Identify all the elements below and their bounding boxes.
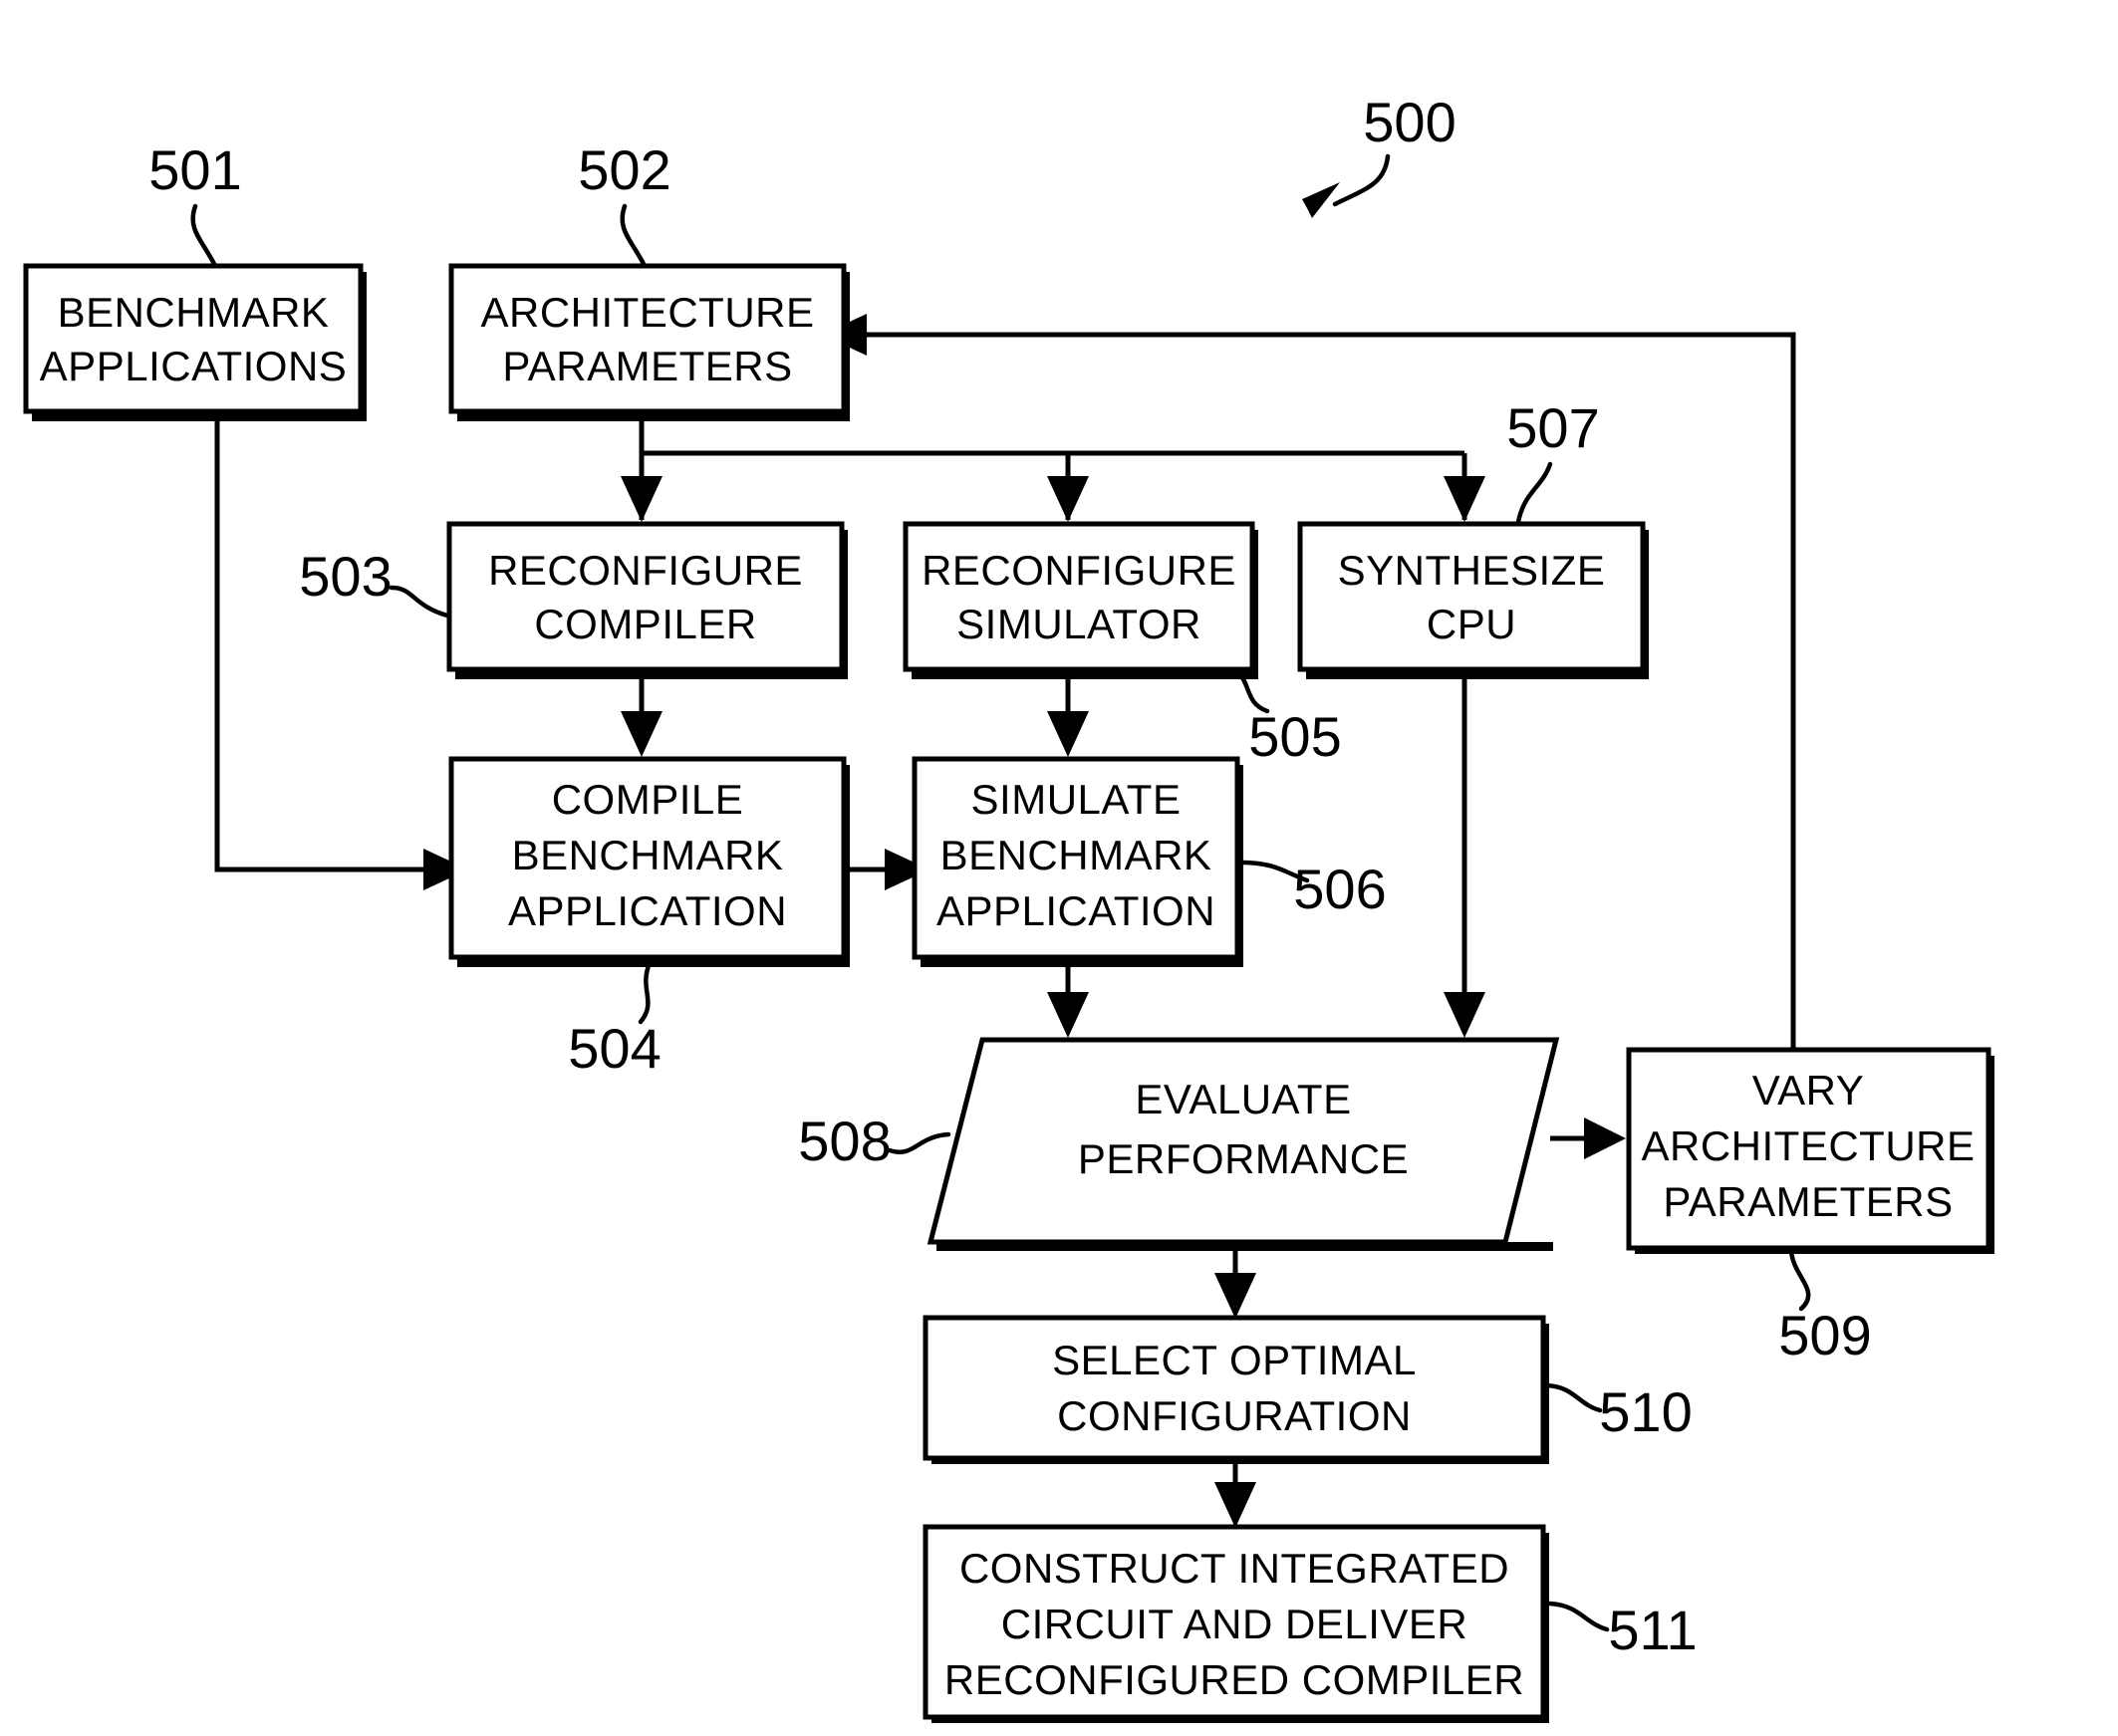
node-label-line: RECONFIGURE (922, 547, 1236, 594)
node-label-line: CIRCUIT AND DELIVER (1001, 1601, 1468, 1647)
patent-figure-500: BENCHMARK APPLICATIONS ARCHITECTURE PARA… (0, 0, 2118, 1736)
ref-number-501: 501 (148, 138, 241, 201)
reference-502: 502 (578, 138, 671, 267)
reference-503: 503 (299, 545, 450, 619)
node-label-line: APPLICATIONS (40, 343, 348, 389)
node-label-line: BENCHMARK (512, 832, 784, 878)
connector-reconfigure-simulator-to-simulate (1047, 666, 1089, 757)
node-label-line: COMPILE (552, 776, 744, 823)
ref-number-508: 508 (798, 1110, 891, 1172)
node-reconfigure-simulator[interactable]: RECONFIGURE SIMULATOR (903, 521, 1255, 672)
ref-number-506: 506 (1293, 858, 1386, 920)
flowchart-canvas: BENCHMARK APPLICATIONS ARCHITECTURE PARA… (23, 91, 1994, 1723)
node-label-line: SYNTHESIZE (1338, 547, 1606, 594)
node-label-line: CONFIGURATION (1057, 1392, 1412, 1439)
node-label-line: SELECT OPTIMAL (1052, 1337, 1417, 1383)
connector-benchmark-to-compile (214, 408, 468, 890)
reference-506: 506 (1238, 858, 1387, 920)
connector-synthesize-to-evaluate (1444, 666, 1485, 1038)
node-simulate-benchmark-application[interactable]: SIMULATE BENCHMARK APPLICATION (912, 756, 1240, 960)
ref-number-509: 509 (1778, 1304, 1871, 1366)
reference-510: 510 (1543, 1380, 1693, 1443)
node-label-line: CONSTRUCT INTEGRATED (959, 1545, 1509, 1592)
node-label-line: RECONFIGURED COMPILER (944, 1656, 1524, 1703)
reference-500: 500 (1302, 91, 1456, 218)
node-evaluate-performance[interactable]: EVALUATE PERFORMANCE (927, 1037, 1560, 1245)
node-construct-integrated-circuit[interactable]: CONSTRUCT INTEGRATED CIRCUIT AND DELIVER… (923, 1524, 1546, 1720)
node-label-line: PARAMETERS (1663, 1178, 1953, 1225)
ref-number-510: 510 (1599, 1380, 1692, 1443)
connector-archparams-distribution-bus (621, 450, 1485, 522)
ref-number-511: 511 (1608, 1599, 1697, 1661)
node-label-line: SIMULATOR (956, 601, 1201, 647)
node-label-line: APPLICATION (936, 887, 1215, 934)
reference-508: 508 (798, 1110, 951, 1172)
connector-evaluate-to-vary (1550, 1117, 1626, 1159)
reference-507: 507 (1506, 396, 1600, 525)
ref-number-504: 504 (568, 1017, 661, 1080)
node-label-line: VARY (1752, 1067, 1865, 1114)
node-label-line: BENCHMARK (940, 832, 1212, 878)
node-label-line: CPU (1427, 601, 1516, 647)
ref-number-503: 503 (299, 545, 392, 608)
node-vary-architecture-parameters[interactable]: VARY ARCHITECTURE PARAMETERS (1626, 1047, 1991, 1251)
node-select-optimal-configuration[interactable]: SELECT OPTIMAL CONFIGURATION (923, 1315, 1546, 1461)
node-synthesize-cpu[interactable]: SYNTHESIZE CPU (1297, 521, 1646, 672)
ref-number-507: 507 (1506, 396, 1599, 459)
node-label-line: PERFORMANCE (1078, 1135, 1409, 1182)
reference-511: 511 (1547, 1599, 1698, 1661)
connector-reconfigure-compiler-to-compile (621, 666, 662, 757)
reference-505: 505 (1234, 668, 1342, 768)
node-label-line: ARCHITECTURE (1641, 1122, 1975, 1169)
node-compile-benchmark-application[interactable]: COMPILE BENCHMARK APPLICATION (448, 756, 847, 960)
node-architecture-parameters[interactable]: ARCHITECTURE PARAMETERS (448, 263, 847, 414)
node-label-line: PARAMETERS (502, 343, 792, 389)
ref-number-505: 505 (1248, 705, 1341, 768)
node-label-line: SIMULATE (971, 776, 1182, 823)
node-label-line: EVALUATE (1135, 1076, 1351, 1122)
ref-number-500: 500 (1363, 91, 1456, 153)
node-label-line: RECONFIGURE (488, 547, 803, 594)
ref-number-502: 502 (578, 138, 670, 201)
reference-504: 504 (568, 960, 662, 1080)
node-label-line: COMPILER (534, 601, 756, 647)
node-benchmark-applications[interactable]: BENCHMARK APPLICATIONS (23, 263, 364, 414)
reference-509: 509 (1778, 1248, 1872, 1366)
node-label-line: APPLICATION (508, 887, 787, 934)
node-reconfigure-compiler[interactable]: RECONFIGURE COMPILER (446, 521, 845, 672)
node-label-line: ARCHITECTURE (480, 289, 814, 336)
node-label-line: BENCHMARK (58, 289, 330, 336)
reference-501: 501 (148, 138, 242, 267)
